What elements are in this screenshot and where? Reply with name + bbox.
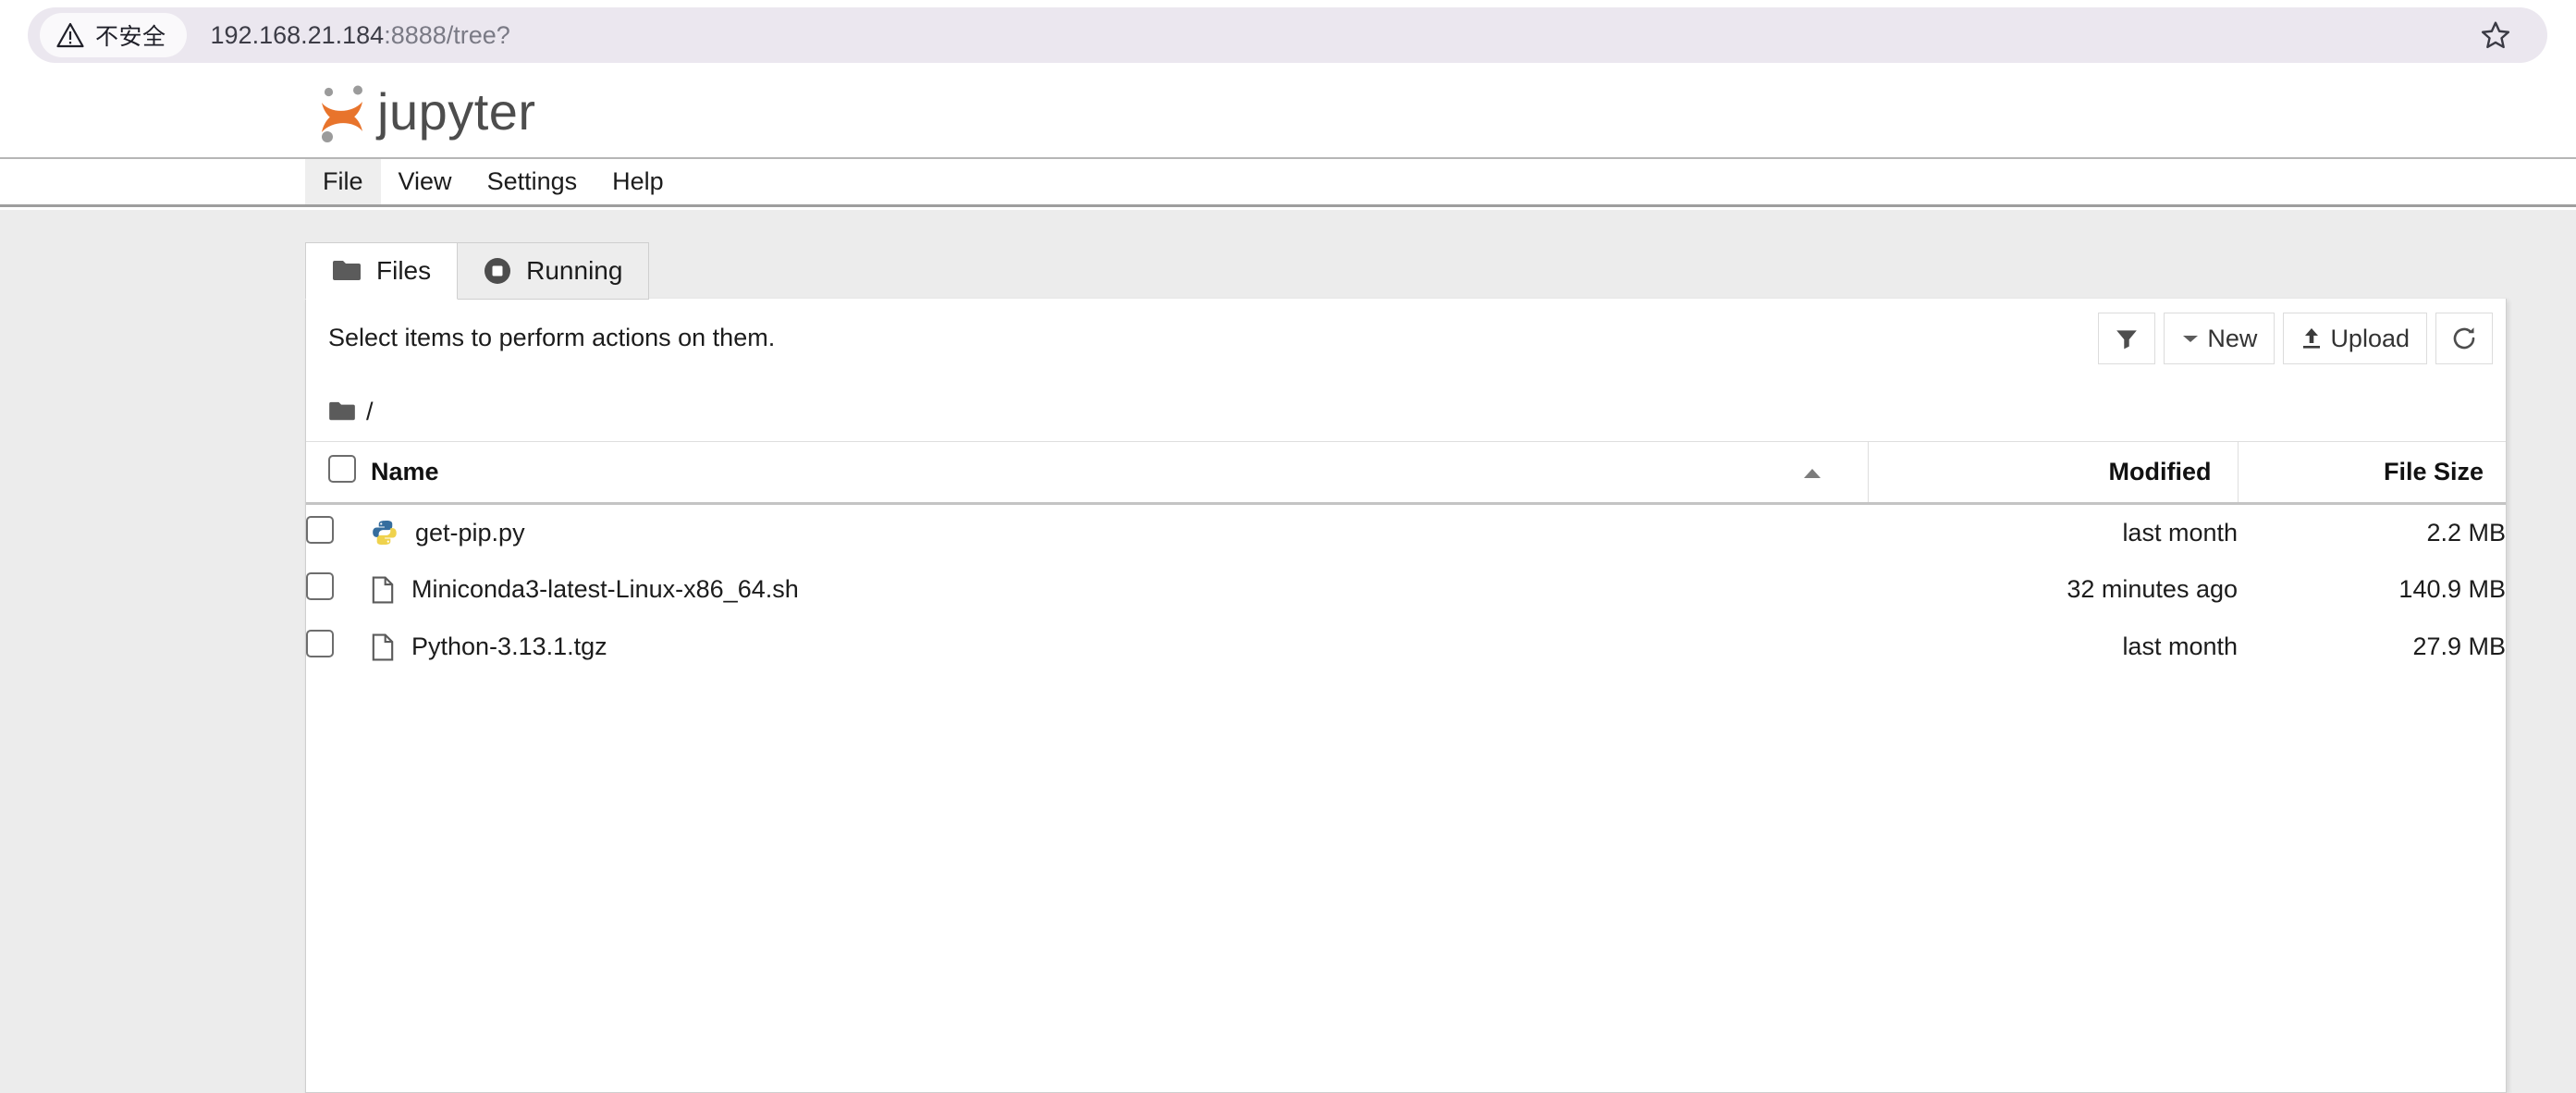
row-checkbox-cell (306, 561, 371, 619)
column-header-size[interactable]: File Size (2238, 441, 2506, 504)
caret-down-icon (2181, 332, 2200, 345)
table-row[interactable]: Miniconda3-latest-Linux-x86_64.sh 32 min… (306, 561, 2506, 619)
filter-funnel-icon (2115, 326, 2139, 350)
refresh-icon (2450, 325, 2478, 352)
menu-item-view[interactable]: View (381, 159, 470, 204)
file-modified: last month (2122, 632, 2238, 660)
column-header-modified[interactable]: Modified (1868, 441, 2239, 504)
row-checkbox[interactable] (306, 630, 334, 657)
warning-triangle-icon (56, 22, 84, 48)
menu-bar: File View Settings Help (0, 159, 2576, 207)
refresh-button[interactable] (2435, 313, 2493, 364)
url-text[interactable]: 192.168.21.184:8888/tree? (211, 21, 510, 50)
security-status-label: 不安全 (95, 24, 166, 50)
action-buttons: New Upload (2090, 313, 2493, 364)
tab-strip: Files Running (305, 242, 650, 300)
url-host: 192.168.21.184 (210, 20, 385, 49)
tab-files-label: Files (376, 256, 432, 285)
file-name[interactable]: Miniconda3-latest-Linux-x86_64.sh (411, 575, 799, 604)
star-outline-icon[interactable] (2479, 18, 2512, 52)
row-checkbox-cell (306, 619, 371, 676)
page-body: Files Running Select items to perform ac… (0, 210, 2576, 1093)
select-items-hint: Select items to perform actions on them. (328, 324, 776, 351)
file-table-body: get-pip.py last month 2.2 MB Miniconda3-… (306, 504, 2506, 676)
table-row[interactable]: get-pip.py last month 2.2 MB (306, 504, 2506, 561)
select-all-checkbox[interactable] (328, 455, 356, 483)
url-bar-pill[interactable]: 不安全 192.168.21.184:8888/tree? (28, 7, 2547, 63)
python-file-icon (371, 519, 399, 546)
file-table-head: Name Modified File Size (306, 441, 2506, 504)
file-browser-panel: Select items to perform actions on them. (305, 299, 2507, 1093)
jupyter-logo[interactable]: jupyter (314, 82, 536, 145)
upload-button[interactable]: Upload (2283, 313, 2427, 364)
row-checkbox[interactable] (306, 572, 334, 600)
security-status-chip[interactable]: 不安全 (40, 13, 187, 57)
file-modified: 32 minutes ago (2067, 575, 2238, 603)
url-path: :8888/tree? (384, 20, 510, 49)
table-row[interactable]: Python-3.13.1.tgz last month 27.9 MB (306, 619, 2506, 676)
folder-icon (328, 400, 356, 423)
sort-indicator-cell[interactable] (1757, 441, 1869, 504)
file-modified: last month (2122, 518, 2238, 546)
panel-toolbar: Select items to perform actions on them. (306, 299, 2506, 382)
breadcrumb-root[interactable]: / (366, 398, 374, 426)
tab-running[interactable]: Running (458, 242, 650, 300)
row-checkbox-cell (306, 504, 371, 561)
row-name-cell: Python-3.13.1.tgz (371, 619, 1868, 676)
column-header-name[interactable]: Name (371, 441, 1757, 504)
folder-icon (332, 259, 362, 283)
row-name-cell: Miniconda3-latest-Linux-x86_64.sh (371, 561, 1868, 619)
sort-ascending-icon (1802, 467, 1822, 480)
menu-item-help[interactable]: Help (595, 159, 681, 204)
breadcrumb: / (306, 382, 2506, 441)
jupyter-header: jupyter (0, 69, 2576, 159)
browser-url-bar: 不安全 192.168.21.184:8888/tree? (0, 0, 2576, 69)
row-checkbox[interactable] (306, 515, 334, 544)
tab-running-label: Running (526, 256, 623, 285)
file-name[interactable]: get-pip.py (415, 519, 525, 547)
new-button[interactable]: New (2164, 313, 2275, 364)
row-name-cell: get-pip.py (371, 504, 1868, 561)
file-size: 27.9 MB (2412, 632, 2506, 660)
file-size: 2.2 MB (2426, 518, 2506, 546)
file-name[interactable]: Python-3.13.1.tgz (411, 632, 607, 661)
upload-button-label: Upload (2330, 324, 2410, 352)
menu-item-file[interactable]: File (305, 159, 381, 204)
jupyter-logo-icon (314, 82, 372, 145)
new-button-label: New (2207, 324, 2258, 352)
filter-button[interactable] (2098, 313, 2156, 364)
generic-file-icon (371, 576, 395, 604)
file-table: Name Modified File Size get-pip.py last … (306, 441, 2506, 676)
jupyter-wordmark: jupyter (377, 82, 536, 141)
file-table-header-row: Name Modified File Size (306, 441, 2506, 504)
stop-circle-icon (484, 257, 511, 285)
menu-item-settings[interactable]: Settings (470, 159, 595, 204)
select-all-header (306, 441, 371, 504)
tab-files[interactable]: Files (305, 242, 459, 300)
upload-icon (2300, 326, 2323, 350)
generic-file-icon (371, 633, 395, 661)
file-size: 140.9 MB (2398, 575, 2506, 603)
